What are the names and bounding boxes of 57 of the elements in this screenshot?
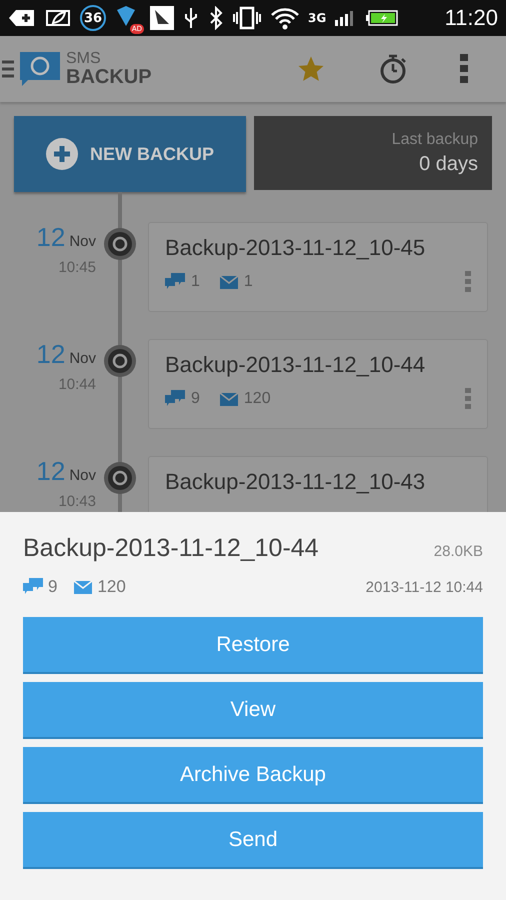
action-button[interactable]: View (23, 682, 483, 739)
battery-leaf-icon (44, 8, 72, 28)
star-icon[interactable] (296, 54, 326, 84)
wifi-icon (270, 6, 300, 30)
chat-icon (165, 390, 185, 408)
backup-size: 28.0KB (434, 543, 483, 560)
more-icon[interactable] (460, 54, 468, 84)
chat-icon (23, 578, 43, 596)
entry-day: 12 (36, 222, 66, 253)
mms-count: 1 (244, 273, 253, 291)
logo-text: SMS (66, 51, 102, 67)
action-button[interactable]: Restore (23, 617, 483, 674)
network-label: 3G (308, 11, 326, 25)
vibrate-icon (232, 6, 262, 30)
entry-day: 12 (36, 456, 66, 487)
sms-count: 9 (191, 390, 200, 408)
logo-text: BACKUP (66, 67, 152, 87)
envelope-icon (74, 580, 92, 594)
backup-name: Backup-2013-11-12_10-44 (165, 352, 426, 378)
chat-icon (165, 273, 185, 291)
new-backup-button[interactable]: NEW BACKUP (14, 116, 246, 192)
entry-time: 10:45 (58, 259, 96, 276)
entry-day: 12 (36, 339, 66, 370)
backup-node-icon (104, 228, 136, 260)
backup-card[interactable]: Backup-2013-11-12_10-45 1 1 (148, 222, 488, 312)
entry-time: 10:43 (58, 493, 96, 510)
sms-count: 9 (48, 577, 58, 597)
action-button[interactable]: Archive Backup (23, 747, 483, 804)
menu-icon[interactable] (2, 58, 14, 80)
stopwatch-icon[interactable] (378, 53, 408, 85)
last-backup-label: Last backup (392, 130, 478, 148)
backup-name: Backup-2013-11-12_10-43 (165, 469, 426, 495)
plus-icon (46, 138, 78, 170)
app-icon (150, 6, 174, 30)
clock-time: 11:20 (444, 5, 498, 31)
backup-node-icon (104, 462, 136, 494)
action-button[interactable]: Send (23, 812, 483, 869)
envelope-icon (220, 392, 238, 406)
sms-count: 1 (191, 273, 200, 291)
bluetooth-icon (208, 6, 224, 30)
last-backup-value: 0 days (419, 152, 478, 176)
backup-name: Backup-2013-11-12_10-45 (165, 235, 426, 261)
backup-card[interactable]: Backup-2013-11-12_10-44 9 120 (148, 339, 488, 429)
logo-icon (20, 52, 60, 86)
entry-time: 10:44 (58, 376, 96, 393)
mms-count: 120 (97, 577, 126, 597)
mms-count: 120 (244, 390, 271, 408)
entry-month: Nov (69, 467, 96, 484)
backup-node-icon (104, 345, 136, 377)
envelope-icon (220, 276, 238, 288)
entry-month: Nov (69, 233, 96, 250)
battery-icon (366, 9, 398, 27)
usb-icon (182, 6, 200, 30)
backup-date: 2013-11-12 10:44 (366, 578, 483, 596)
entry-month: Nov (69, 350, 96, 367)
count-badge: 36 (80, 5, 106, 31)
notification-icon (8, 8, 36, 28)
